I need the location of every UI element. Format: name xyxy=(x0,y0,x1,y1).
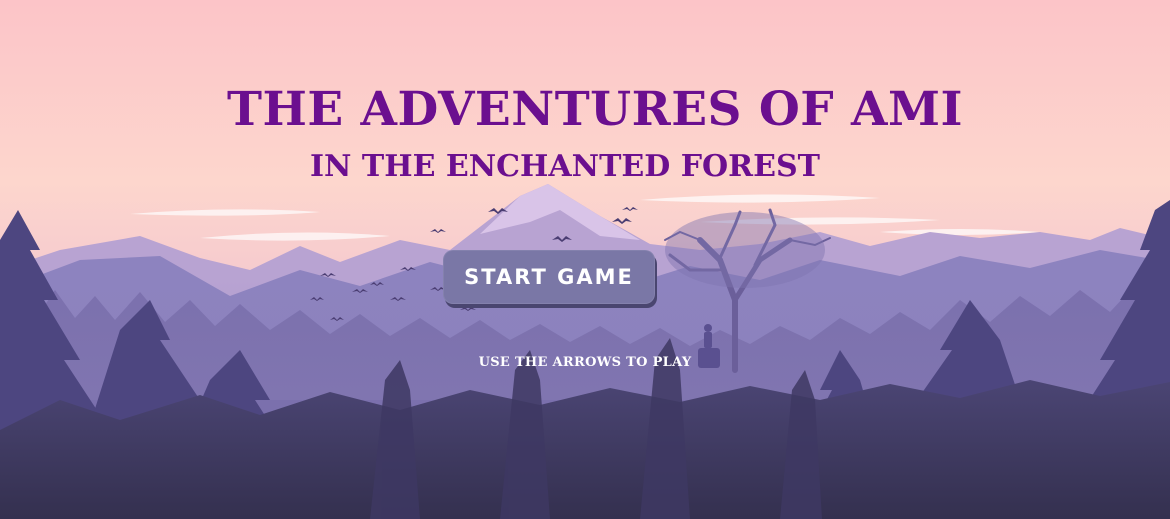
game-title: The Adventures of Ami xyxy=(226,82,964,137)
start-game-button[interactable]: Start Game xyxy=(443,250,655,304)
game-subtitle: In the Enchanted Forest xyxy=(310,149,820,184)
controls-hint: Use the arrows to play xyxy=(478,355,692,370)
